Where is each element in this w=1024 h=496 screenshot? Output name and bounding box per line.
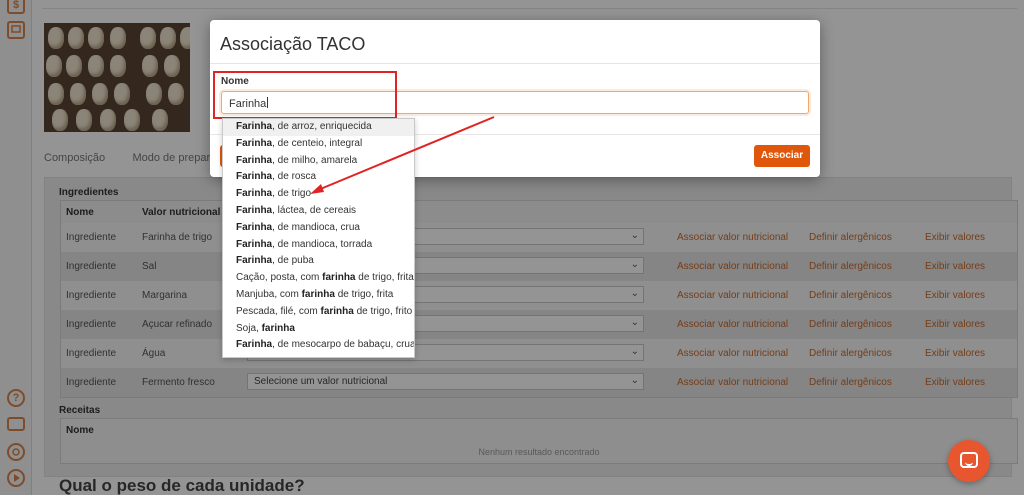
chat-launcher-button[interactable] xyxy=(948,440,990,482)
annotation-arrow xyxy=(310,116,495,194)
chat-icon xyxy=(960,452,978,468)
